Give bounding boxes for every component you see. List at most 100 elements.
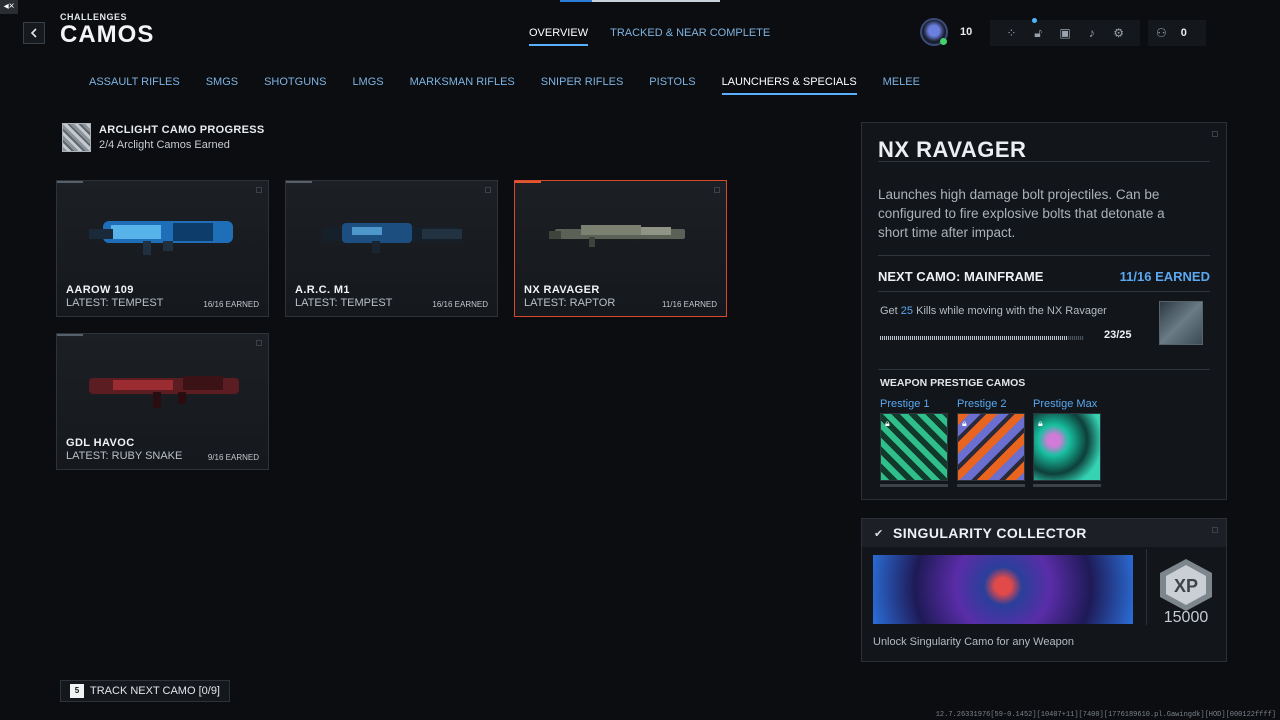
- weapon-card-arc-m1[interactable]: A.R.C. M1 LATEST: TEMPEST 16/16 EARNED: [285, 180, 498, 317]
- card-corner-icon: [485, 187, 491, 193]
- camo-challenge-text: Get 25 Kills while moving with the NX Ra…: [880, 305, 1107, 317]
- lock-icon: 🔒︎: [1038, 418, 1043, 428]
- next-camo-label: NEXT CAMO: MAINFRAME: [878, 269, 1044, 284]
- card-progress-bar: [57, 181, 83, 183]
- weapon-latest-camo: LATEST: TEMPEST: [295, 297, 393, 309]
- unlock-icon[interactable]: 🔓︎: [1030, 25, 1046, 41]
- tab-sniper-rifles[interactable]: SNIPER RIFLES: [541, 76, 624, 95]
- xp-badge-label: XP: [1174, 576, 1198, 596]
- challenge-progress-fill: [880, 336, 1068, 340]
- weapon-name: GDL HAVOC: [66, 437, 135, 449]
- store-icon[interactable]: ▣: [1057, 25, 1073, 41]
- notification-dot: [1032, 18, 1037, 23]
- prestige-header: WEAPON PRESTIGE CAMOS: [880, 377, 1026, 389]
- singularity-title: SINGULARITY COLLECTOR: [893, 525, 1087, 541]
- prestige-progress-bar: [1033, 484, 1101, 487]
- detail-weapon-title: NX RAVAGER: [878, 137, 1027, 162]
- grid-icon[interactable]: ⁘: [1003, 25, 1019, 41]
- top-tabs: OVERVIEW TRACKED & NEAR COMPLETE: [529, 27, 770, 46]
- weapon-earned-count: 16/16 EARNED: [432, 300, 488, 309]
- prestige-max-camo-image: 🔒︎: [1033, 413, 1101, 481]
- online-status-dot: [940, 38, 947, 45]
- weapon-card-gdl-havoc[interactable]: GDL HAVOC LATEST: RUBY SNAKE 9/16 EARNED: [56, 333, 269, 470]
- tab-pistols[interactable]: PISTOLS: [649, 76, 695, 95]
- weapon-detail-panel: NX RAVAGER Launches high damage bolt pro…: [861, 122, 1227, 500]
- gdl-havoc-weapon-image: [89, 376, 239, 408]
- weapon-earned-count: 11/16 EARNED: [662, 300, 717, 309]
- weapon-earned-count: 16/16 EARNED: [203, 300, 259, 309]
- weapon-latest-camo: LATEST: RUBY SNAKE: [66, 450, 183, 462]
- xp-reward-value: 15000: [1163, 609, 1209, 626]
- status-bar: 10 ⁘ 🔓︎ ▣ ♪ ⚙ ⚇ 0: [920, 18, 1280, 48]
- panel-corner-icon: [1212, 527, 1218, 533]
- mute-icon[interactable]: ◂×: [0, 0, 18, 14]
- prestige-label: Prestige 1: [880, 398, 930, 410]
- back-button[interactable]: [23, 22, 45, 44]
- nx-ravager-weapon-image: [549, 225, 685, 247]
- mainframe-camo-preview[interactable]: [1159, 301, 1203, 345]
- card-progress-bar: [286, 181, 312, 183]
- prestige-camo-2[interactable]: Prestige 2 🔒︎: [957, 398, 1025, 487]
- challenge-progress-bar: [880, 336, 1084, 340]
- chevron-left-icon: [30, 28, 37, 38]
- card-corner-icon: [256, 187, 262, 193]
- aarow-109-weapon-image: [89, 221, 233, 255]
- weapon-description: Launches high damage bolt projectiles. C…: [878, 187, 1165, 240]
- keybind-5-icon: 5: [70, 684, 84, 698]
- gear-icon[interactable]: ⚙: [1111, 25, 1127, 41]
- tab-launchers-specials[interactable]: LAUNCHERS & SPECIALS: [721, 76, 857, 95]
- prestige-progress-bar: [880, 484, 948, 487]
- party-count: 0: [1180, 27, 1187, 39]
- tab-assault-rifles[interactable]: ASSAULT RIFLES: [89, 76, 180, 95]
- party-box[interactable]: ⚇ 0: [1148, 20, 1206, 46]
- prestige-label: Prestige Max: [1033, 398, 1098, 410]
- weapon-name: A.R.C. M1: [295, 284, 350, 296]
- divider: [878, 291, 1210, 292]
- singularity-header: ✔ SINGULARITY COLLECTOR: [862, 519, 1226, 547]
- tab-tracked-near-complete[interactable]: TRACKED & NEAR COMPLETE: [610, 27, 770, 46]
- prestige-label: Prestige 2: [957, 398, 1007, 410]
- arclight-subtitle: 2/4 Arclight Camos Earned: [99, 139, 230, 151]
- track-next-camo-label: TRACK NEXT CAMO [0/9]: [90, 685, 220, 697]
- tab-shotguns[interactable]: SHOTGUNS: [264, 76, 326, 95]
- prestige-camo-max[interactable]: Prestige Max 🔒︎: [1033, 398, 1101, 487]
- weapon-latest-camo: LATEST: RAPTOR: [524, 297, 616, 309]
- weapon-latest-camo: LATEST: TEMPEST: [66, 297, 164, 309]
- party-icon: ⚇: [1156, 26, 1167, 40]
- checkmark-icon: ✔: [874, 528, 884, 540]
- tab-smgs[interactable]: SMGS: [206, 76, 238, 95]
- weapon-card-aarow-109[interactable]: AAROW 109 LATEST: TEMPEST 16/16 EARNED: [56, 180, 269, 317]
- singularity-description: Unlock Singularity Camo for any Weapon: [873, 636, 1074, 648]
- arc-m1-weapon-image: [322, 223, 462, 253]
- card-corner-icon: [714, 187, 720, 193]
- singularity-banner-image: [873, 555, 1133, 624]
- card-progress-bar: [515, 181, 541, 183]
- divider: [878, 161, 1210, 162]
- xp-badge-icon: XP: [1160, 559, 1212, 611]
- bell-icon[interactable]: ♪: [1084, 25, 1100, 41]
- weapon-card-nx-ravager[interactable]: NX RAVAGER LATEST: RAPTOR 11/16 EARNED: [514, 180, 727, 317]
- prestige-progress-bar: [957, 484, 1025, 487]
- challenge-count: 25: [900, 305, 914, 317]
- weapon-name: AAROW 109: [66, 284, 134, 296]
- lock-icon: 🔒︎: [962, 418, 967, 428]
- weapon-name: NX RAVAGER: [524, 284, 600, 296]
- divider: [878, 369, 1210, 370]
- arclight-camo-icon: [62, 123, 91, 152]
- tab-melee[interactable]: MELEE: [883, 76, 920, 95]
- tab-marksman-rifles[interactable]: MARKSMAN RIFLES: [410, 76, 515, 95]
- track-next-camo-button[interactable]: 5 TRACK NEXT CAMO [0/9]: [60, 680, 230, 702]
- card-corner-icon: [256, 340, 262, 346]
- build-info: 12.7.26331976[59-0.1452][10407+11][7400]…: [935, 711, 1276, 719]
- tab-overview[interactable]: OVERVIEW: [529, 27, 589, 46]
- next-camo-earned: 11/16 EARNED: [1119, 269, 1210, 284]
- category-tabs: ASSAULT RIFLES SMGS SHOTGUNS LMGS MARKSM…: [89, 76, 920, 95]
- arclight-title: ARCLIGHT CAMO PROGRESS: [99, 124, 265, 136]
- player-level: 10: [960, 26, 973, 38]
- top-highlight: [560, 0, 720, 2]
- prestige-camo-1[interactable]: Prestige 1 🔒︎: [880, 398, 948, 487]
- quick-icons: ⁘ 🔓︎ ▣ ♪ ⚙: [990, 20, 1140, 46]
- lock-icon: 🔒︎: [885, 418, 890, 428]
- page-title: CAMOS: [60, 21, 155, 48]
- tab-lmgs[interactable]: LMGS: [352, 76, 383, 95]
